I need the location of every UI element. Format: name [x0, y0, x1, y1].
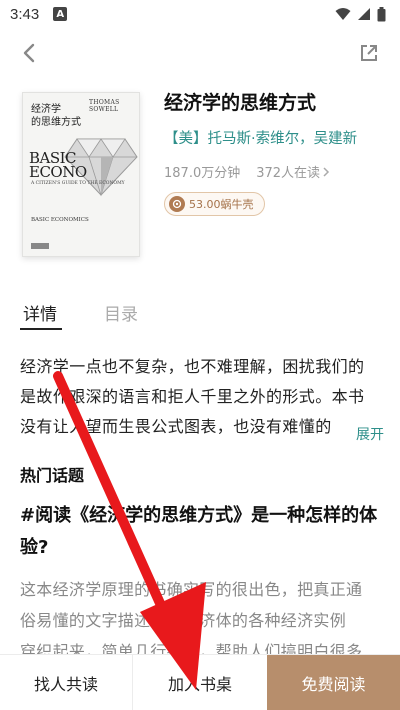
status-icons — [335, 6, 386, 22]
cover-bottom-text: BASIC ECONOMICS — [31, 217, 89, 223]
add-to-desk-button[interactable]: 加入书桌 — [133, 655, 267, 710]
expand-button[interactable]: 展开 — [354, 424, 384, 444]
cover-cn-title: 经济学 的思维方式 — [31, 104, 81, 128]
book-meta: 187.0万分钟 372人在读 — [164, 162, 330, 181]
share-external-icon — [361, 45, 377, 61]
hot-topics-heading: 热门话题 — [20, 466, 85, 485]
free-read-button[interactable]: 免费阅读 — [267, 655, 400, 710]
price-text: 53.00蜗牛壳 — [189, 198, 254, 211]
chevron-right-icon — [323, 166, 330, 177]
tab-contents[interactable]: 目录 — [104, 300, 138, 325]
cover-big-title: BASIC ECONO — [29, 149, 87, 181]
publisher-logo-icon — [31, 243, 49, 249]
description-line: 是故作艰深的语言和拒人千里之外的形式。本书 — [20, 387, 365, 406]
top-bar — [0, 34, 400, 70]
signal-icon — [358, 8, 370, 20]
chevron-left-icon — [23, 43, 35, 63]
cover-subtitle: A CITIZEN'S GUIDE TO THE ECONOMY — [31, 181, 125, 186]
book-cover[interactable]: 经济学 的思维方式 THOMAS SOWELL BASIC ECONO A CI… — [22, 92, 140, 257]
cover-author: THOMAS SOWELL — [89, 99, 120, 113]
read-duration: 187.0万分钟 — [164, 166, 241, 181]
status-time: 3:43 — [10, 5, 40, 23]
book-title: 经济学的思维方式 — [164, 92, 317, 114]
readers-link[interactable]: 372人在读 — [256, 162, 330, 181]
description-line: 没有让人望而生畏公式图表，也没有难懂的 — [20, 417, 332, 436]
tab-bar: 详情 目录 — [0, 294, 400, 334]
topic-body-line: 穿织起来，简单几行推理，帮助人们搞明白很多 — [20, 642, 363, 654]
book-authors[interactable]: 【美】托马斯·索维尔，吴建新 — [164, 127, 357, 148]
status-bar: 3:43 A — [0, 0, 400, 28]
snail-shell-icon — [169, 196, 185, 212]
back-button[interactable] — [14, 38, 44, 68]
notification-icon: A — [53, 7, 68, 21]
description-line: 经济学一点也不复杂，也不难理解，困扰我们的 — [20, 357, 365, 376]
topic-title[interactable]: #阅读《经济学的思维方式》是一种怎样的体验? — [20, 500, 380, 564]
topic-body-line: 这本经济学原理的书确实写的很出色，把真正通 — [20, 580, 363, 599]
topic-body-line: 俗易懂的文字描述世界经济体的各种经济实例 — [20, 611, 347, 630]
wifi-icon — [335, 8, 351, 20]
battery-icon — [377, 6, 386, 21]
readers-count: 372人在读 — [256, 166, 321, 181]
price-badge: 53.00蜗牛壳 — [164, 192, 265, 216]
book-description: 经济学一点也不复杂，也不难理解，困扰我们的 是故作艰深的语言和拒人千里之外的形式… — [20, 352, 382, 442]
tab-details[interactable]: 详情 — [23, 300, 57, 325]
share-button[interactable] — [356, 40, 382, 66]
find-co-reader-button[interactable]: 找人共读 — [0, 655, 133, 710]
tab-active-indicator — [20, 328, 62, 330]
topic-body[interactable]: 这本经济学原理的书确实写的很出色，把真正通 俗易懂的文字描述世界经济体的各种经济… — [20, 574, 382, 654]
bottom-action-bar: 找人共读 加入书桌 免费阅读 — [0, 654, 400, 710]
